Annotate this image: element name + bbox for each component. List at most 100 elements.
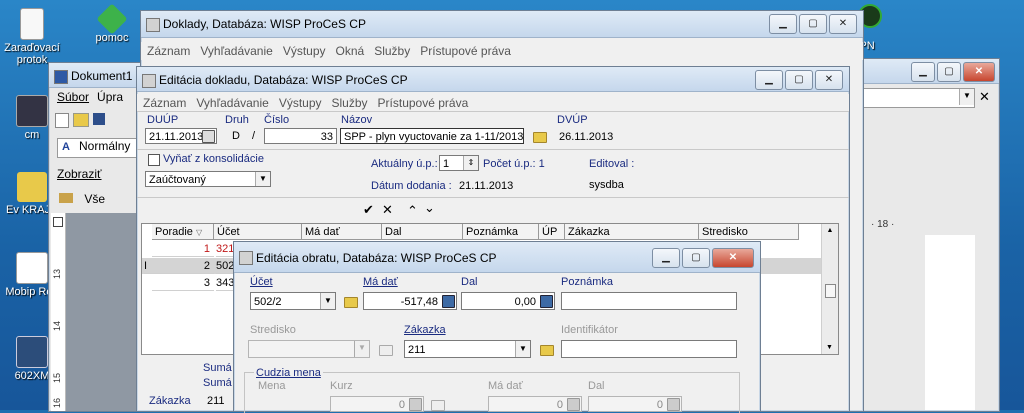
- folder-icon[interactable]: [379, 345, 393, 356]
- menu-subor[interactable]: Súbor: [57, 90, 89, 104]
- save-icon[interactable]: [93, 113, 105, 125]
- help-icon: [96, 3, 128, 35]
- desktop-icon-zaradovaci[interactable]: Zaraďovací protok: [2, 8, 62, 66]
- fields-separator: [137, 197, 849, 198]
- minimize-button[interactable]: ▁: [769, 14, 797, 34]
- nazov-input[interactable]: SPP - plyn vyuctovanie za 1-11/2013: [340, 128, 524, 144]
- document-page-right: [925, 235, 975, 410]
- grid-scrollbar[interactable]: ▲ ▼: [821, 224, 838, 354]
- column-header-ucet[interactable]: Účet: [214, 224, 302, 240]
- pocet-label: Počet ú.p.: 1: [483, 158, 545, 170]
- chevron-down-icon: ▼: [320, 293, 335, 309]
- spin-icon[interactable]: ⇕: [463, 156, 478, 170]
- move-up-icon[interactable]: ⌃: [407, 203, 418, 219]
- chevron-down-icon: ▼: [255, 172, 270, 186]
- scroll-up-icon[interactable]: ▲: [822, 227, 838, 234]
- close-button[interactable]: ✕: [963, 62, 995, 82]
- menu-vystupy[interactable]: Výstupy: [279, 96, 322, 110]
- close-icon[interactable]: ✕: [979, 89, 990, 105]
- zakazka-dropdown[interactable]: 211 ▼: [404, 340, 531, 358]
- cislo-input[interactable]: 33: [264, 128, 337, 144]
- poznamka-input[interactable]: [561, 292, 737, 310]
- column-header-stredisko[interactable]: Stredisko: [699, 224, 799, 240]
- ma-dat-input[interactable]: -517,48: [363, 292, 457, 310]
- zobrazit-button[interactable]: Zobraziť: [57, 167, 102, 181]
- menu-pristupove-prava[interactable]: Prístupové práva: [378, 96, 469, 110]
- duup-input[interactable]: 21.11.2013: [145, 128, 217, 144]
- close-button[interactable]: ✕: [712, 248, 754, 268]
- move-down-icon[interactable]: ⌄: [424, 200, 435, 216]
- database-icon: [239, 251, 253, 265]
- menu-vyhladavanie[interactable]: Vyhľadávanie: [200, 44, 272, 58]
- vse-button[interactable]: Vše: [59, 192, 105, 206]
- edit-turnover-window[interactable]: Editácia obratu, Databáza: WISP ProCeS C…: [233, 241, 761, 413]
- dal-input[interactable]: 0,00: [461, 292, 555, 310]
- calculator-icon[interactable]: [567, 398, 580, 411]
- column-header-dal[interactable]: Dal: [382, 224, 463, 240]
- menu-okna[interactable]: Okná: [336, 44, 365, 58]
- status-dropdown[interactable]: Zaúčtovaný ▼: [145, 171, 271, 187]
- close-button[interactable]: ✕: [829, 14, 857, 34]
- maximize-button[interactable]: ▢: [799, 14, 827, 34]
- vynat-checkbox[interactable]: [148, 154, 160, 166]
- maximize-button[interactable]: ▢: [682, 248, 710, 268]
- header-separator: [137, 149, 849, 150]
- database-icon: [142, 74, 156, 88]
- menu-zaznam[interactable]: Záznam: [143, 96, 186, 110]
- new-icon[interactable]: [55, 113, 69, 128]
- column-header-ma-dat[interactable]: Má dať: [302, 224, 382, 240]
- calculator-icon[interactable]: [667, 398, 680, 411]
- column-header-poznamka[interactable]: Poznámka: [463, 224, 539, 240]
- zakazka-label: Zákazka: [404, 324, 446, 336]
- menu-pristupove-prava[interactable]: Prístupové práva: [420, 44, 511, 58]
- maximize-button[interactable]: ▢: [785, 70, 813, 90]
- aktualny-input[interactable]: 1 ⇕: [439, 155, 479, 171]
- word-app-icon: [54, 70, 68, 84]
- folder-icon[interactable]: [533, 132, 547, 143]
- folder-icon[interactable]: [431, 400, 445, 411]
- confirm-icon[interactable]: ✔: [363, 202, 374, 218]
- calculator-icon[interactable]: [540, 295, 553, 308]
- sort-icon: ▽: [195, 228, 203, 237]
- menu-vyhladavanie[interactable]: Vyhľadávanie: [196, 96, 268, 110]
- stredisko-dropdown[interactable]: ▼: [248, 340, 370, 358]
- calculator-icon[interactable]: [409, 398, 422, 411]
- style-dropdown[interactable]: ▼: [861, 88, 975, 108]
- menu-vystupy[interactable]: Výstupy: [283, 44, 326, 58]
- menu-upravy[interactable]: Úpra: [97, 90, 123, 104]
- desktop-icon-pomoc[interactable]: pomoc: [82, 3, 142, 44]
- menu-sluzby[interactable]: Služby: [374, 44, 410, 58]
- dal2-label: Dal: [588, 380, 605, 392]
- open-icon[interactable]: [73, 113, 89, 127]
- background-window-right[interactable]: ▁ ▢ ✕ ▼ ✕ · 18 ·: [850, 58, 1000, 412]
- menu-zaznam[interactable]: Záznam: [147, 44, 190, 58]
- edit-document-titlebar[interactable]: Editácia dokladu, Databáza: WISP ProCeS …: [137, 67, 849, 92]
- aktualny-label: Aktuálny ú.p.:: [371, 158, 438, 170]
- close-button[interactable]: ✕: [815, 70, 843, 90]
- doklady-menubar: Záznam Vyhľadávanie Výstupy Okná Služby …: [141, 42, 863, 60]
- calculator-icon[interactable]: [442, 295, 455, 308]
- folder-icon[interactable]: [344, 297, 358, 308]
- ucet-dropdown[interactable]: 502/2 ▼: [250, 292, 336, 310]
- column-header-zakazka[interactable]: Zákazka: [565, 224, 699, 240]
- column-header-up[interactable]: ÚP: [539, 224, 565, 240]
- minimize-button[interactable]: ▁: [911, 62, 935, 82]
- edit-turnover-titlebar[interactable]: Editácia obratu, Databáza: WISP ProCeS C…: [234, 242, 760, 273]
- calendar-icon[interactable]: [202, 130, 215, 143]
- minimize-button[interactable]: ▁: [652, 248, 680, 268]
- menu-sluzby[interactable]: Služby: [332, 96, 368, 110]
- identifikator-input[interactable]: [561, 340, 737, 358]
- cancel-icon[interactable]: ✕: [382, 202, 393, 218]
- row-poradie: 2: [152, 258, 214, 274]
- poznamka-label: Poznámka: [561, 276, 613, 288]
- scroll-down-icon[interactable]: ▼: [826, 344, 833, 351]
- ruler-right: · 18 ·: [871, 219, 895, 230]
- scroll-thumb[interactable]: [825, 284, 836, 298]
- doklady-titlebar[interactable]: Doklady, Databáza: WISP ProCeS CP ▁ ▢ ✕: [141, 11, 863, 38]
- maximize-button[interactable]: ▢: [937, 62, 961, 82]
- background-window-titlebar[interactable]: ▁ ▢ ✕: [851, 59, 999, 84]
- zakazka-footer-label: Zákazka: [149, 395, 191, 407]
- column-header-poradie[interactable]: Poradie ▽: [152, 224, 214, 240]
- folder-icon[interactable]: [540, 345, 554, 356]
- minimize-button[interactable]: ▁: [755, 70, 783, 90]
